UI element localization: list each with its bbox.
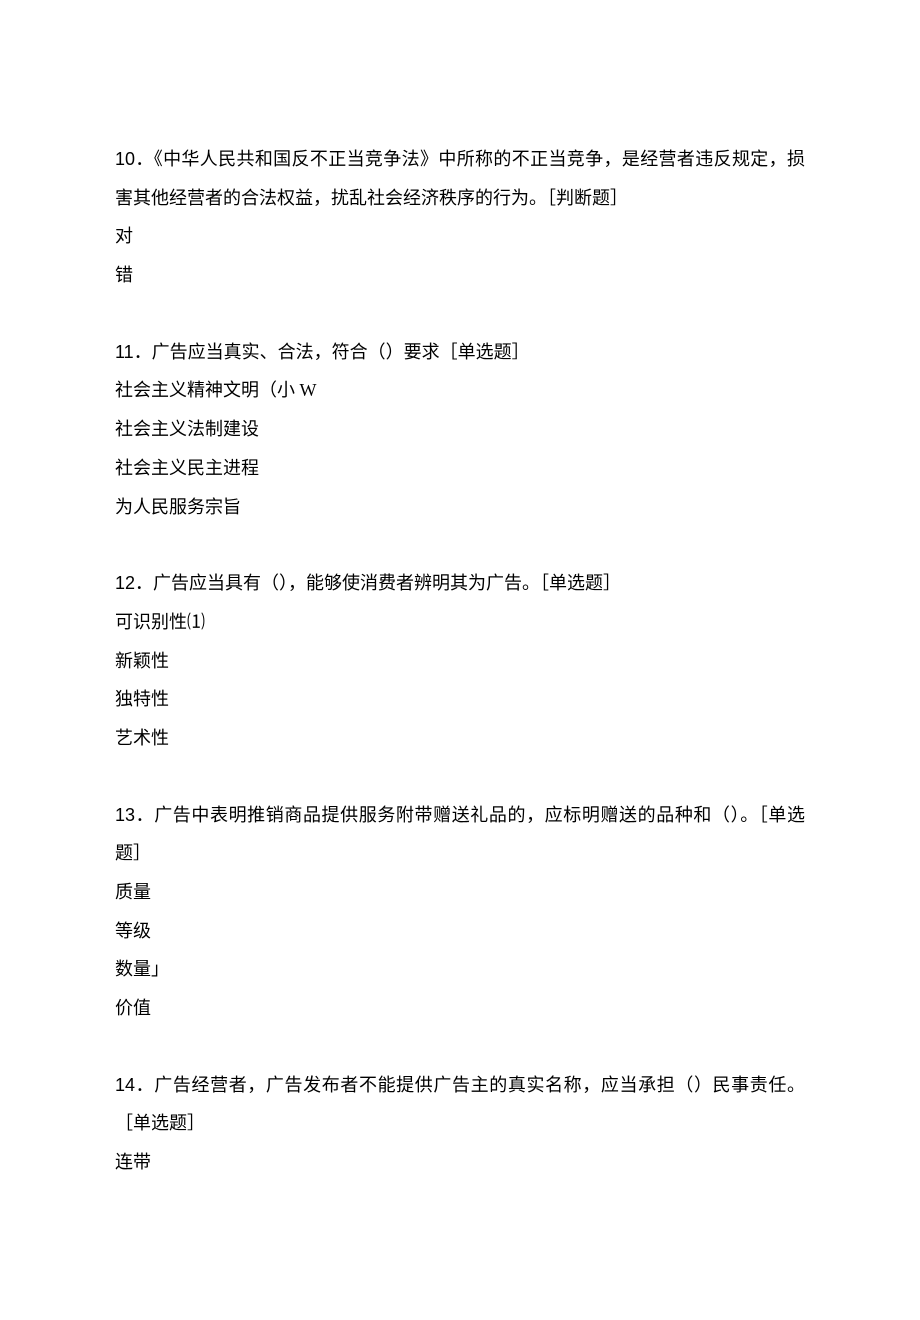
option: 为人民服务宗旨 <box>115 488 805 527</box>
option: 错 <box>115 256 805 295</box>
option: 社会主义法制建设 <box>115 410 805 449</box>
option: 独特性 <box>115 680 805 719</box>
option: 社会主义精神文明（小 W <box>115 371 805 410</box>
question-number: 14 <box>115 1075 135 1095</box>
option: 数量」 <box>115 950 805 989</box>
option: 对 <box>115 217 805 256</box>
question-number: 13 <box>115 805 135 825</box>
question-13: 13．广告中表明推销商品提供服务附带赠送礼品的，应标明赠送的品种和（）。［单选题… <box>115 796 805 1028</box>
question-14: 14．广告经营者，广告发布者不能提供广告主的真实名称，应当承担（）民事责任。［单… <box>115 1066 805 1182</box>
question-text: 14．广告经营者，广告发布者不能提供广告主的真实名称，应当承担（）民事责任。［单… <box>115 1066 805 1143</box>
question-number: 10 <box>115 149 135 169</box>
question-text: 13．广告中表明推销商品提供服务附带赠送礼品的，应标明赠送的品种和（）。［单选题… <box>115 796 805 873</box>
question-body: ．广告中表明推销商品提供服务附带赠送礼品的，应标明赠送的品种和（）。［单选题］ <box>115 805 805 864</box>
option: 艺术性 <box>115 719 805 758</box>
question-number: 11 <box>115 342 134 362</box>
question-12: 12．广告应当具有（），能够使消费者辨明其为广告。［单选题］ 可识别性⑴ 新颖性… <box>115 564 805 757</box>
question-number: 12 <box>115 573 135 593</box>
option: 可识别性⑴ <box>115 603 805 642</box>
question-body: ．广告经营者，广告发布者不能提供广告主的真实名称，应当承担（）民事责任。［单选题… <box>115 1075 805 1134</box>
option: 新颖性 <box>115 642 805 681</box>
option: 社会主义民主进程 <box>115 449 805 488</box>
question-text: 11．广告应当真实、合法，符合（）要求［单选题］ <box>115 333 805 372</box>
option: 质量 <box>115 873 805 912</box>
question-body: ．广告应当具有（），能够使消费者辨明其为广告。［单选题］ <box>135 573 621 593</box>
option: 等级 <box>115 912 805 951</box>
question-text: 12．广告应当具有（），能够使消费者辨明其为广告。［单选题］ <box>115 564 805 603</box>
question-body: ．广告应当真实、合法，符合（）要求［单选题］ <box>134 342 530 362</box>
question-body: ．《中华人民共和国反不正当竞争法》中所称的不正当竞争，是经营者违反规定，损害其他… <box>115 149 805 208</box>
question-text: 10．《中华人民共和国反不正当竞争法》中所称的不正当竞争，是经营者违反规定，损害… <box>115 140 805 217</box>
option: 价值 <box>115 989 805 1028</box>
option: 连带 <box>115 1143 805 1182</box>
question-11: 11．广告应当真实、合法，符合（）要求［单选题］ 社会主义精神文明（小 W 社会… <box>115 333 805 526</box>
question-10: 10．《中华人民共和国反不正当竞争法》中所称的不正当竞争，是经营者违反规定，损害… <box>115 140 805 295</box>
